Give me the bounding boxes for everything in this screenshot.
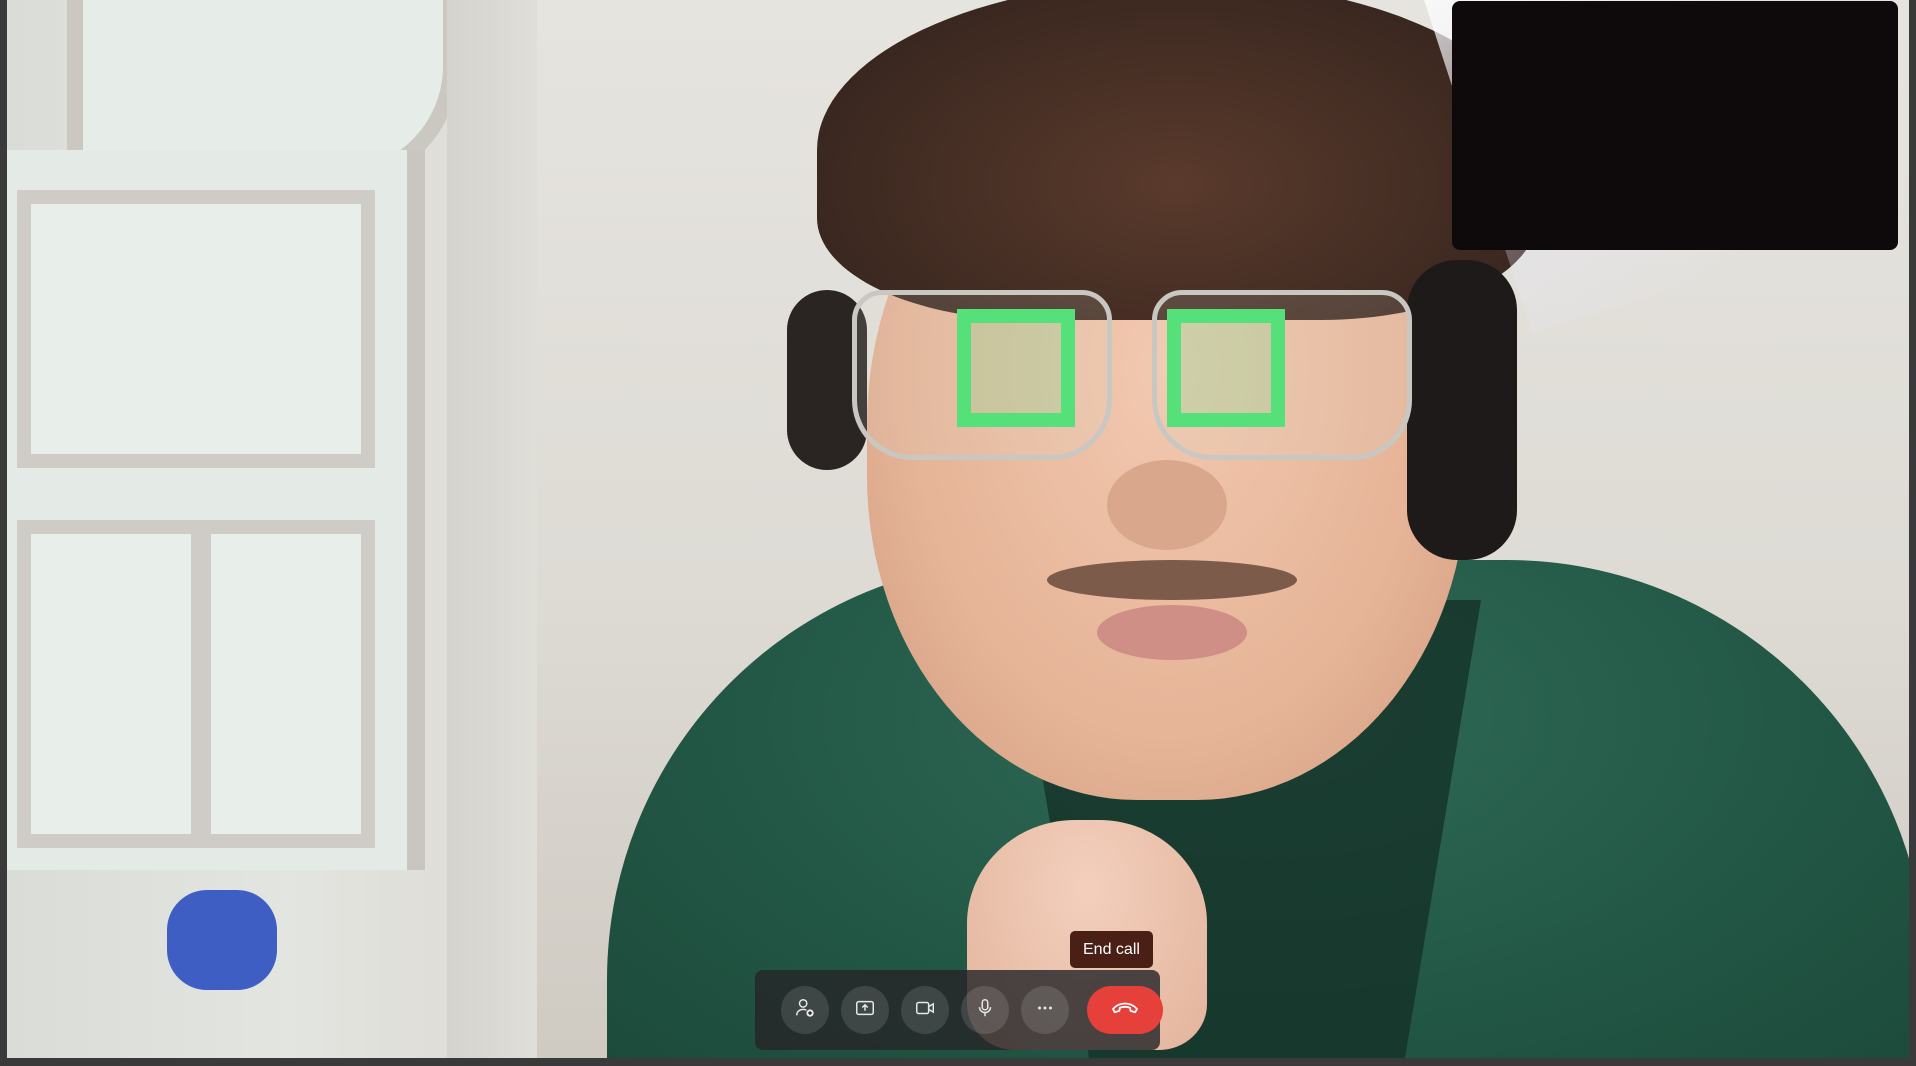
video-call-window: End call xyxy=(0,0,1916,1066)
self-view-tile[interactable] xyxy=(1452,1,1898,250)
microphone-icon xyxy=(974,997,996,1024)
participant-glasses xyxy=(852,290,1422,470)
video-camera-icon xyxy=(914,997,936,1024)
camera-button[interactable] xyxy=(901,986,949,1034)
phone-hangup-icon xyxy=(1110,998,1140,1023)
background-chair xyxy=(167,890,277,990)
background-pillar xyxy=(447,0,537,1058)
share-screen-icon xyxy=(854,997,876,1024)
add-people-button[interactable] xyxy=(781,986,829,1034)
share-screen-button[interactable] xyxy=(841,986,889,1034)
end-call-button[interactable] xyxy=(1087,986,1163,1034)
participant-headphone-right xyxy=(1407,260,1517,560)
person-add-icon xyxy=(794,997,816,1024)
end-call-tooltip: End call xyxy=(1070,931,1153,968)
background-door xyxy=(7,150,425,870)
more-options-button[interactable] xyxy=(1021,986,1069,1034)
microphone-button[interactable] xyxy=(961,986,1009,1034)
more-horizontal-icon xyxy=(1034,997,1056,1024)
call-control-bar xyxy=(755,970,1163,1050)
